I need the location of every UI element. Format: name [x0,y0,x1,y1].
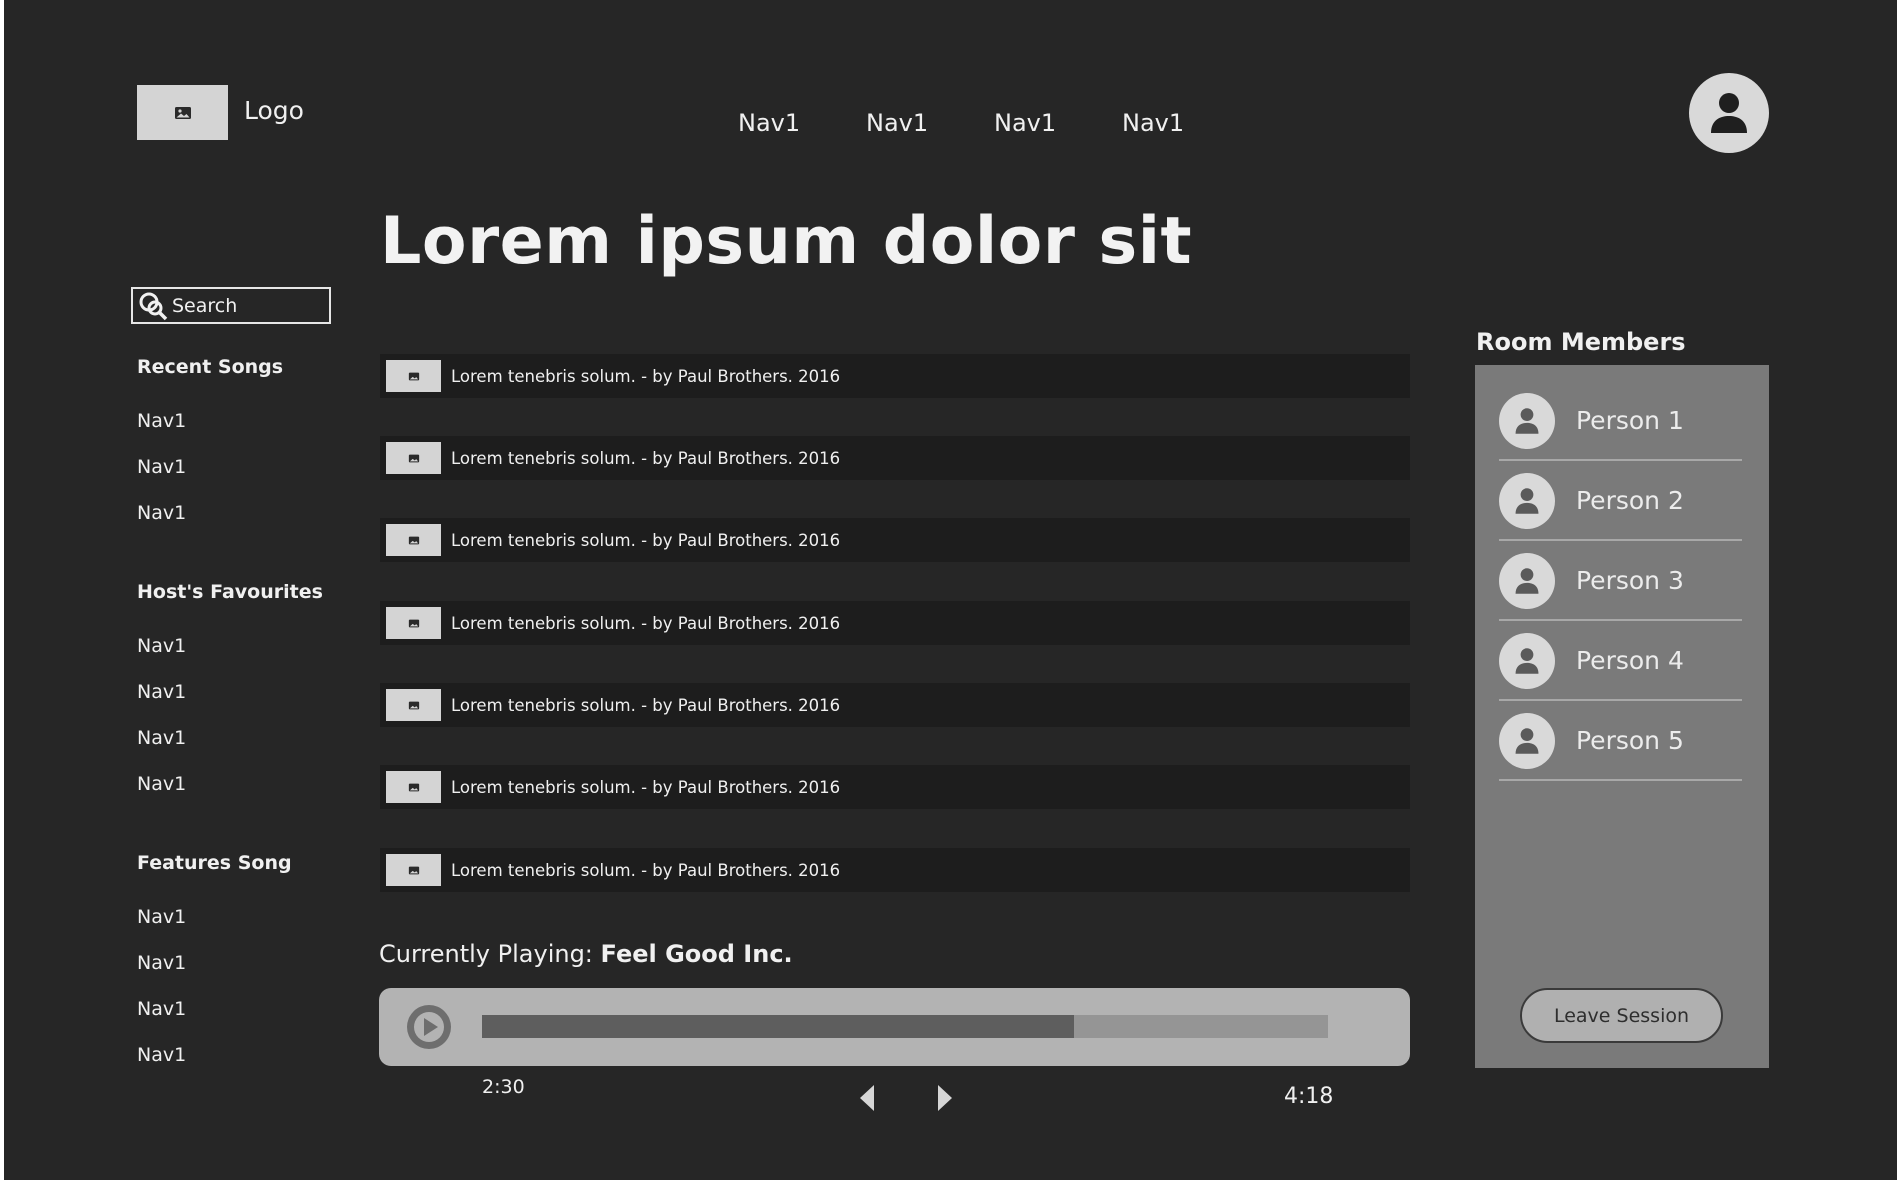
song-thumbnail [386,771,441,803]
song-row[interactable]: Lorem tenebris solum. - by Paul Brothers… [380,848,1410,892]
member-item[interactable]: Person 2 [1499,461,1742,541]
song-title: Lorem tenebris solum. - by Paul Brothers… [451,448,841,468]
top-nav: Nav1 Nav1 Nav1 Nav1 [738,109,1250,137]
song-thumbnail [386,854,441,886]
member-avatar [1499,553,1555,609]
song-thumbnail [386,360,441,392]
song-title: Lorem tenebris solum. - by Paul Brothers… [451,860,841,880]
sidebar-link[interactable]: Nav1 [137,681,186,703]
section-heading-hosts-favourites: Host's Favourites [137,581,323,603]
top-nav-item[interactable]: Nav1 [866,109,994,137]
sidebar-link[interactable]: Nav1 [137,906,186,928]
current-time: 2:30 [482,1076,525,1098]
member-item[interactable]: Person 3 [1499,541,1742,621]
progress-bar[interactable] [482,1015,1328,1038]
top-nav-item[interactable]: Nav1 [738,109,866,137]
section-heading-features-song: Features Song [137,852,292,874]
previous-button[interactable] [857,1083,877,1117]
song-row[interactable]: Lorem tenebris solum. - by Paul Brothers… [380,436,1410,480]
sidebar-link[interactable]: Nav1 [137,727,186,749]
sidebar-link[interactable]: Nav1 [137,502,186,524]
search-input[interactable] [168,294,322,317]
user-icon [1515,488,1539,514]
user-icon [1515,568,1539,594]
next-icon [938,1085,952,1111]
sidebar-link[interactable]: Nav1 [137,456,186,478]
total-time: 4:18 [1284,1084,1334,1109]
image-icon [408,536,419,544]
image-icon [408,619,419,627]
song-thumbnail [386,442,441,474]
member-item[interactable]: Person 4 [1499,621,1742,701]
audio-player [379,988,1410,1066]
image-icon [408,866,419,874]
app-frame: Logo Nav1 Nav1 Nav1 Nav1 Lorem ipsum dol… [4,0,1897,1180]
member-avatar [1499,713,1555,769]
song-title: Lorem tenebris solum. - by Paul Brothers… [451,530,841,550]
sidebar-link[interactable]: Nav1 [137,998,186,1020]
profile-avatar-button[interactable] [1689,73,1769,153]
sidebar-link[interactable]: Nav1 [137,635,186,657]
room-members-panel: Person 1 Person 2 Person 3 Person 4 Pers… [1475,365,1769,1068]
song-row[interactable]: Lorem tenebris solum. - by Paul Brothers… [380,518,1410,562]
member-name: Person 3 [1576,566,1684,595]
member-avatar [1499,393,1555,449]
song-row[interactable]: Lorem tenebris solum. - by Paul Brothers… [380,354,1410,398]
member-item[interactable]: Person 1 [1499,381,1742,461]
next-button[interactable] [935,1083,955,1117]
image-icon [408,783,419,791]
now-playing-label: Currently Playing: [379,940,593,968]
logo-image[interactable] [137,85,228,140]
image-icon [408,454,419,462]
search-box[interactable] [131,287,331,324]
now-playing-text: Currently Playing: Feel Good Inc. [379,940,793,968]
song-thumbnail [386,689,441,721]
previous-icon [860,1085,874,1111]
leave-session-button[interactable]: Leave Session [1520,988,1723,1043]
page-title: Lorem ipsum dolor sit [380,204,1193,279]
image-icon [408,372,419,380]
room-members-title: Room Members [1476,328,1686,356]
song-title: Lorem tenebris solum. - by Paul Brothers… [451,613,841,633]
now-playing-track: Feel Good Inc. [600,940,793,968]
member-name: Person 5 [1576,726,1684,755]
progress-fill [482,1015,1075,1038]
song-row[interactable]: Lorem tenebris solum. - by Paul Brothers… [380,683,1410,727]
search-icon [139,292,168,320]
user-icon [1515,408,1539,434]
user-icon [1515,648,1539,674]
song-thumbnail [386,607,441,639]
song-title: Lorem tenebris solum. - by Paul Brothers… [451,366,841,386]
song-thumbnail [386,524,441,556]
member-name: Person 4 [1576,646,1684,675]
play-icon [414,1012,444,1042]
sidebar-link[interactable]: Nav1 [137,773,186,795]
image-icon [408,701,419,709]
play-button[interactable] [407,1005,451,1049]
sidebar-link[interactable]: Nav1 [137,410,186,432]
sidebar-link[interactable]: Nav1 [137,1044,186,1066]
member-item[interactable]: Person 5 [1499,701,1742,781]
sidebar-link[interactable]: Nav1 [137,952,186,974]
user-icon [1515,728,1539,754]
user-icon [1711,93,1747,133]
song-row[interactable]: Lorem tenebris solum. - by Paul Brothers… [380,601,1410,645]
member-name: Person 1 [1576,406,1684,435]
image-icon [174,106,191,119]
logo-label[interactable]: Logo [244,96,304,125]
member-name: Person 2 [1576,486,1684,515]
top-nav-item[interactable]: Nav1 [994,109,1122,137]
song-title: Lorem tenebris solum. - by Paul Brothers… [451,777,841,797]
song-row[interactable]: Lorem tenebris solum. - by Paul Brothers… [380,765,1410,809]
member-avatar [1499,473,1555,529]
section-heading-recent-songs: Recent Songs [137,356,284,378]
member-avatar [1499,633,1555,689]
song-title: Lorem tenebris solum. - by Paul Brothers… [451,695,841,715]
top-nav-item[interactable]: Nav1 [1122,109,1250,137]
